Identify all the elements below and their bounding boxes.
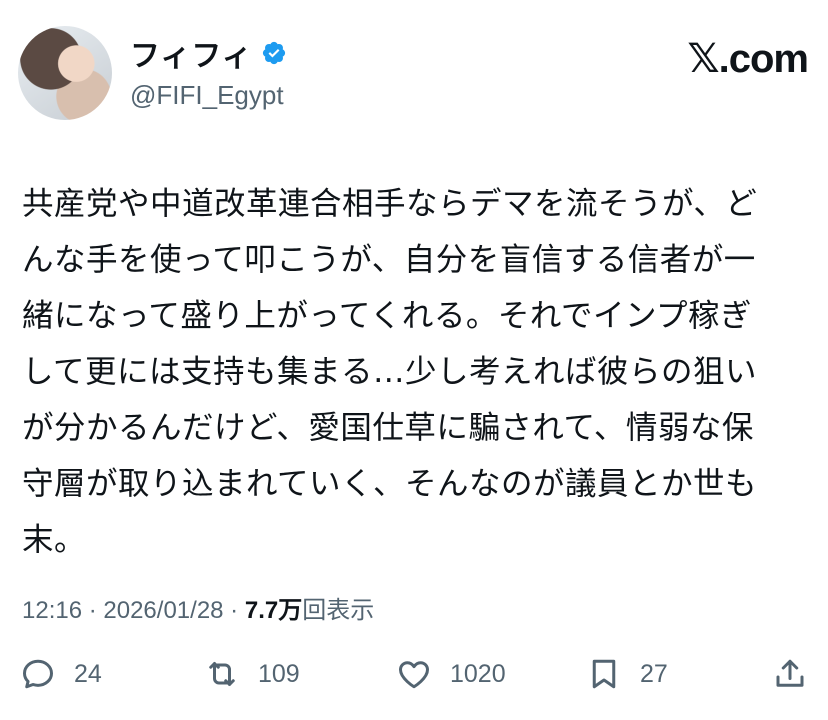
reply-icon [23,659,53,689]
reply-button[interactable]: 24 [20,656,102,692]
meta-separator: · [82,597,104,624]
tweet-date[interactable]: 2026/01/28 [103,597,223,624]
like-button[interactable]: 1020 [396,656,506,692]
tweet-meta: 12:16 · 2026/01/28 · 7.7万回表示 [22,590,374,625]
author-handle[interactable]: @FIFI_Egypt [130,80,287,111]
verified-badge-icon[interactable] [261,40,287,66]
tweet-line: 共産党や中道改革連合相手ならデマを流そうが、ど [22,186,758,222]
display-name-row: フィフィ [130,31,287,75]
tweet-header: フィフィ @FIFI_Egypt 𝕏.com [18,26,809,126]
x-domain-text: .com [718,37,809,81]
heart-icon [399,661,429,689]
action-bar: 24 109 1020 27 [20,656,808,706]
views-label: 回表示 [302,596,375,624]
avatar[interactable] [18,26,112,120]
tweet-time[interactable]: 12:16 [22,597,82,624]
x-logo: 𝕏.com [687,36,809,82]
tweet-text: 共産党や中道改革連合相手ならデマを流そうが、ど んな手を使って叩こうが、自分を盲信… [22,176,812,568]
bookmark-count: 27 [640,659,668,688]
display-name[interactable]: フィフィ [130,31,253,75]
tweet-line: んな手を使って叩こうが、自分を盲信する信者が一 [22,242,756,278]
tweet-line: が分かるんだけど、愛国仕草に騙されて、情弱な保 [22,410,754,446]
tweet-line: 末。 [22,522,87,558]
x-mark-icon: 𝕏 [687,36,719,82]
author-names: フィフィ @FIFI_Egypt [130,34,287,111]
repost-count: 109 [258,659,300,688]
share-button[interactable] [772,656,808,692]
tweet-line: して更には支持も集まる…少し考えれば彼らの狙い [22,354,758,390]
bookmark-icon [592,659,616,689]
share-icon [776,659,804,687]
views-count: 7.7万 [244,597,303,624]
tweet-line: 緒になって盛り上がってくれる。それでインプ稼ぎ [22,298,753,334]
tweet-line: 守層が取り込まれていく、そんなのが議員とか世も [22,466,758,502]
repost-button[interactable]: 109 [204,656,300,692]
repost-icon [209,662,235,686]
reply-count: 24 [74,659,102,688]
meta-separator: · [223,597,245,624]
like-count: 1020 [450,659,506,688]
bookmark-button[interactable]: 27 [586,656,668,692]
